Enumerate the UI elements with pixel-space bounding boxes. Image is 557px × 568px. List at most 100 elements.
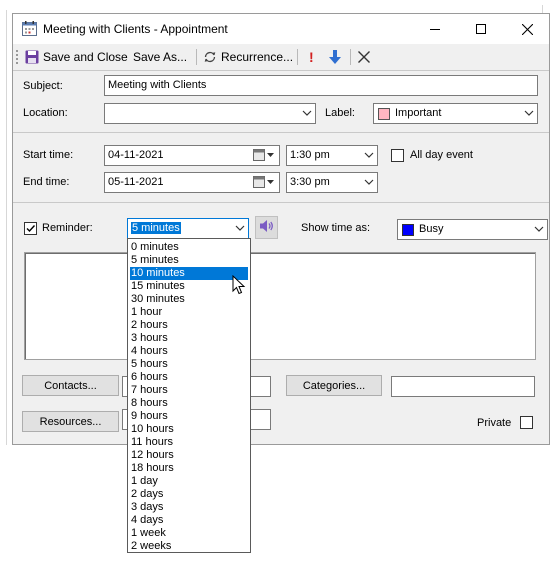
chevron-down-icon xyxy=(534,224,544,237)
high-importance-button[interactable]: ! xyxy=(309,48,314,66)
minimize-button[interactable] xyxy=(412,14,458,44)
start-time-combobox[interactable]: 1:30 pm xyxy=(286,145,378,166)
chevron-down-icon xyxy=(364,177,374,190)
location-combobox[interactable] xyxy=(104,103,316,124)
section-divider xyxy=(13,202,549,203)
reminder-option[interactable]: 1 day xyxy=(130,475,248,488)
reminder-option[interactable]: 18 hours xyxy=(130,462,248,475)
toolbar-grip[interactable] xyxy=(16,50,18,64)
reminder-option[interactable]: 9 hours xyxy=(130,410,248,423)
label-value: Important xyxy=(395,107,442,119)
show-time-as-value: Busy xyxy=(419,223,444,235)
high-importance-icon: ! xyxy=(309,49,314,65)
close-button[interactable] xyxy=(504,14,550,44)
reminder-option[interactable]: 5 minutes xyxy=(130,254,248,267)
down-arrow-icon xyxy=(329,50,341,64)
toolbar-separator xyxy=(297,49,298,65)
title-bar: Meeting with Clients - Appointment xyxy=(13,14,549,44)
end-time-value: 3:30 pm xyxy=(290,176,330,188)
save-icon xyxy=(25,50,39,64)
reminder-option[interactable]: 4 days xyxy=(130,514,248,527)
reminder-option[interactable]: 15 minutes xyxy=(130,280,248,293)
contacts-button-label: Contacts... xyxy=(44,379,97,392)
reminder-option[interactable]: 2 hours xyxy=(130,319,248,332)
reminder-option[interactable]: 1 week xyxy=(130,527,248,540)
save-and-close-button[interactable]: Save and Close xyxy=(25,48,128,66)
reminder-label: Reminder: xyxy=(42,222,93,234)
end-date-picker[interactable]: 05-11-2021 xyxy=(104,172,280,193)
reminder-option[interactable]: 5 hours xyxy=(130,358,248,371)
start-date-picker[interactable]: 04-11-2021 xyxy=(104,145,280,166)
all-day-event-checkbox[interactable] xyxy=(391,149,404,162)
busy-color-swatch xyxy=(402,224,414,236)
delete-button[interactable] xyxy=(358,48,370,66)
reminder-checkbox[interactable] xyxy=(24,222,37,235)
contacts-button[interactable]: Contacts... xyxy=(22,375,119,396)
categories-input[interactable] xyxy=(391,376,535,397)
mouse-cursor-icon xyxy=(232,274,246,295)
all-day-event-label: All day event xyxy=(410,149,473,161)
chevron-down-icon xyxy=(302,108,312,121)
calendar-icon xyxy=(22,21,37,36)
subject-input[interactable]: Meeting with Clients xyxy=(104,75,538,96)
reminder-sound-button[interactable] xyxy=(255,216,278,239)
categories-button[interactable]: Categories... xyxy=(286,375,382,396)
window-title: Meeting with Clients - Appointment xyxy=(43,22,228,36)
reminder-combobox[interactable]: 5 minutes xyxy=(127,218,249,239)
toolbar-divider xyxy=(13,70,549,71)
reminder-option[interactable]: 11 hours xyxy=(130,436,248,449)
low-importance-button[interactable] xyxy=(329,48,341,66)
recurrence-button[interactable]: Recurrence... xyxy=(203,48,293,66)
reminder-option[interactable]: 10 minutes xyxy=(130,267,248,280)
chevron-down-icon xyxy=(235,223,245,236)
location-label: Location: xyxy=(23,107,68,119)
start-time-value: 1:30 pm xyxy=(290,149,330,161)
private-checkbox[interactable] xyxy=(520,416,533,429)
start-time-label: Start time: xyxy=(23,149,74,161)
reminder-option[interactable]: 30 minutes xyxy=(130,293,248,306)
reminder-option[interactable]: 3 hours xyxy=(130,332,248,345)
reminder-option[interactable]: 0 minutes xyxy=(130,241,248,254)
recurrence-icon xyxy=(203,50,217,64)
show-time-as-label: Show time as: xyxy=(301,222,371,234)
show-time-as-combobox[interactable]: Busy xyxy=(397,219,548,240)
subject-value: Meeting with Clients xyxy=(108,79,207,91)
delete-icon xyxy=(358,51,370,63)
toolbar-separator xyxy=(196,49,197,65)
section-divider xyxy=(13,132,549,133)
save-as-button[interactable]: Save As... xyxy=(133,48,187,66)
reminder-option[interactable]: 12 hours xyxy=(130,449,248,462)
resources-button[interactable]: Resources... xyxy=(22,411,119,432)
private-label: Private xyxy=(477,417,512,429)
reminder-option[interactable]: 6 hours xyxy=(130,371,248,384)
reminder-option[interactable]: 7 hours xyxy=(130,384,248,397)
reminder-value: 5 minutes xyxy=(131,222,181,234)
start-date-value: 04-11-2021 xyxy=(108,149,164,161)
speaker-icon xyxy=(259,219,275,236)
toolbar: Save and Close Save As... Recurrence... … xyxy=(13,44,549,70)
chevron-down-icon xyxy=(524,108,534,121)
reminder-option[interactable]: 2 days xyxy=(130,488,248,501)
calendar-dropdown-icon[interactable] xyxy=(253,149,275,165)
save-and-close-label: Save and Close xyxy=(43,50,128,64)
label-color-swatch xyxy=(378,108,390,120)
maximize-button[interactable] xyxy=(458,14,504,44)
notes-textarea[interactable] xyxy=(24,252,536,360)
reminder-option[interactable]: 10 hours xyxy=(130,423,248,436)
subject-label: Subject: xyxy=(23,80,63,92)
reminder-option[interactable]: 3 days xyxy=(130,501,248,514)
calendar-dropdown-icon[interactable] xyxy=(253,176,275,192)
reminder-option[interactable]: 2 weeks xyxy=(130,540,248,553)
label-combobox[interactable]: Important xyxy=(373,103,538,124)
end-date-value: 05-11-2021 xyxy=(108,176,164,188)
categories-button-label: Categories... xyxy=(302,379,366,392)
label-label: Label: xyxy=(325,107,355,119)
chevron-down-icon xyxy=(364,150,374,163)
end-time-combobox[interactable]: 3:30 pm xyxy=(286,172,378,193)
reminder-option[interactable]: 4 hours xyxy=(130,345,248,358)
background-edge xyxy=(6,10,7,445)
save-as-label: Save As... xyxy=(133,50,188,64)
appointment-window: Meeting with Clients - Appointment Save … xyxy=(12,13,550,445)
reminder-option[interactable]: 8 hours xyxy=(130,397,248,410)
reminder-option[interactable]: 1 hour xyxy=(130,306,248,319)
